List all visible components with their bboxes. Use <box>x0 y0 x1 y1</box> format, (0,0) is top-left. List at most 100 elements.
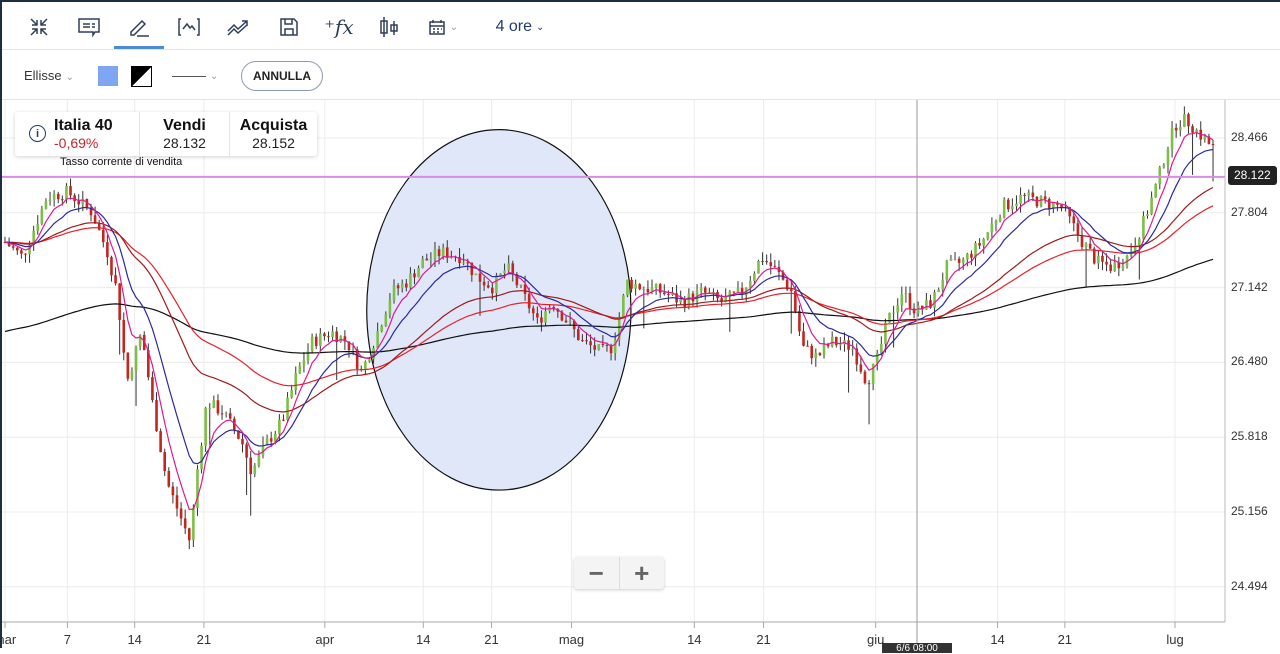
function-button[interactable]: ⁺fx <box>324 10 354 44</box>
tooltip-note: Tasso corrente di vendita <box>60 156 183 168</box>
candle-body <box>970 253 973 258</box>
line-style-dropdown[interactable]: ⌄ <box>172 66 222 86</box>
candle-body <box>409 273 412 288</box>
candle-body <box>1178 127 1182 131</box>
comment-button[interactable] <box>74 10 104 44</box>
candle-body <box>179 508 183 519</box>
candle-body <box>40 208 44 225</box>
chart-type-button[interactable] <box>374 10 404 44</box>
candle-body <box>523 284 527 294</box>
candle-body <box>748 280 752 288</box>
indicator-icon <box>178 18 200 36</box>
collapse-button[interactable] <box>24 10 54 44</box>
candle-body <box>810 345 814 359</box>
candle-body <box>265 438 269 445</box>
candle-body <box>1002 199 1006 218</box>
candle-body <box>564 320 568 323</box>
candle-body <box>638 284 642 290</box>
fill-color-swatch[interactable] <box>98 66 118 86</box>
candle-body <box>945 260 949 280</box>
candle-body <box>830 336 834 347</box>
candle-body <box>1162 164 1166 168</box>
candle-body <box>1031 192 1035 197</box>
candle-body <box>1084 243 1088 247</box>
candle-body <box>634 284 637 289</box>
candle-body <box>163 452 167 472</box>
date-tick-label: lug <box>1166 632 1184 647</box>
candle-body <box>11 246 15 248</box>
info-icon[interactable]: i <box>29 125 46 142</box>
instrument-name: Italia 40 <box>54 117 113 134</box>
timeframe-dropdown[interactable]: 4 ore ⌄ <box>488 10 552 44</box>
candle-body <box>24 253 27 255</box>
candle-body <box>1113 262 1117 271</box>
sell-cell[interactable]: Vendi 28.132 <box>140 112 230 156</box>
candle-body <box>151 377 154 401</box>
candle-body <box>400 283 404 289</box>
candle-body <box>286 397 289 420</box>
candle-body <box>699 287 703 291</box>
zoom-controls: − + <box>574 557 664 589</box>
active-tab-indicator <box>114 46 164 49</box>
save-button[interactable] <box>274 10 304 44</box>
candle-body <box>863 371 867 384</box>
candle-body <box>77 201 81 205</box>
candle-body <box>1019 194 1022 204</box>
candle-body <box>900 294 904 306</box>
buy-price: 28.152 <box>252 135 295 151</box>
candle-body <box>298 365 302 374</box>
draw-button[interactable] <box>122 10 156 44</box>
buy-label: Acquista <box>239 117 308 134</box>
candle-body <box>61 199 64 201</box>
stroke-color-swatch[interactable] <box>131 66 152 87</box>
candle-body <box>212 400 216 408</box>
candle-body <box>1101 255 1104 262</box>
candle-body <box>1043 196 1047 200</box>
candle-body <box>118 283 121 320</box>
candle-body <box>908 293 912 309</box>
candle-body <box>478 273 482 282</box>
candle-body <box>106 242 109 258</box>
candle-body <box>703 287 707 293</box>
candle-body <box>581 340 584 342</box>
candle-body <box>1174 127 1178 131</box>
buy-cell[interactable]: Acquista 28.152 <box>230 112 317 156</box>
candle-body <box>540 317 543 323</box>
candle-body <box>466 262 470 264</box>
chevron-down-icon: ⌄ <box>536 21 545 33</box>
candle-body <box>167 471 171 487</box>
candle-body <box>249 457 252 475</box>
candle-body <box>789 289 793 292</box>
zoom-in-button[interactable]: + <box>620 557 665 589</box>
price-tick-label: 24.494 <box>1231 578 1268 593</box>
candle-body <box>605 344 609 346</box>
candle-body <box>245 444 248 458</box>
candle-body <box>433 249 437 259</box>
candle-body <box>683 299 687 307</box>
candle-body <box>421 258 424 269</box>
indicator-button[interactable] <box>174 10 204 44</box>
candle-body <box>310 336 314 352</box>
candle-body <box>806 345 809 347</box>
shape-dropdown[interactable]: Ellisse ⌄ <box>24 68 74 83</box>
candle-body <box>1191 126 1194 133</box>
calendar-dropdown[interactable]: ⌄ <box>422 10 464 44</box>
candle-body <box>384 314 388 326</box>
trend-button[interactable] <box>224 10 254 44</box>
candle-body <box>114 275 117 284</box>
candle-body <box>134 346 138 371</box>
candle-body <box>1060 204 1063 208</box>
candle-body <box>97 223 101 230</box>
candle-body <box>368 359 371 362</box>
pencil-icon <box>130 19 149 37</box>
candle-body <box>834 336 838 346</box>
candle-body <box>269 438 273 442</box>
candle-body <box>1011 206 1014 210</box>
candle-body <box>491 287 494 294</box>
zoom-out-button[interactable]: − <box>574 557 620 589</box>
candle-body <box>224 413 228 415</box>
candle-body <box>241 438 244 445</box>
date-tick-label: apr <box>315 632 335 647</box>
cancel-button[interactable]: ANNULLA <box>241 61 323 91</box>
candle-body <box>884 322 887 344</box>
